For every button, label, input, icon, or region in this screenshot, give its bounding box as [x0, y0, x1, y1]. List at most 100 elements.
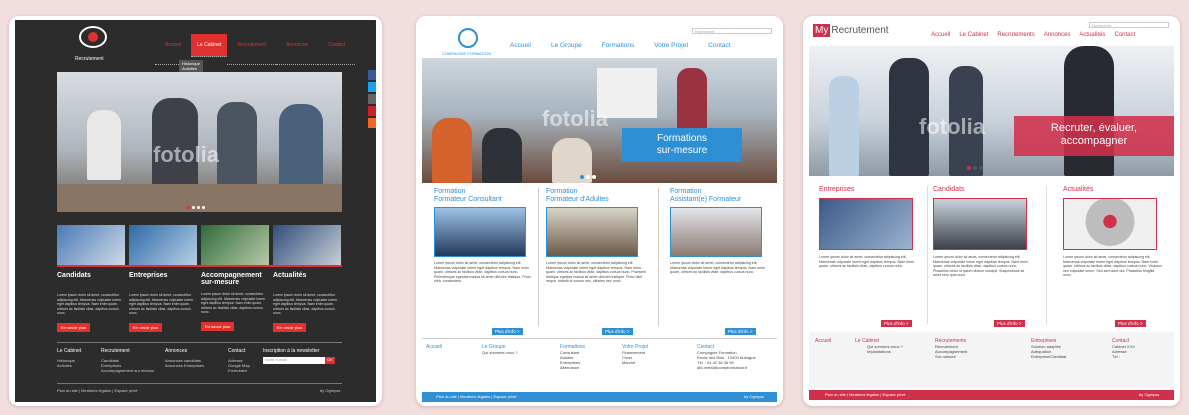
site3-nav-actualites[interactable]: Actualités: [1079, 32, 1105, 38]
email-icon[interactable]: [368, 94, 376, 104]
hero-caption-line: accompagner: [1060, 135, 1128, 147]
site3-nav-le-cabinet[interactable]: Le Cabinet: [959, 32, 988, 38]
col-image: [670, 207, 762, 257]
site2-col-consultant-button[interactable]: Plus d'info >: [492, 320, 523, 338]
site1-watermark: fotolia: [153, 142, 219, 167]
more-info-button[interactable]: Plus d'info >: [881, 320, 912, 327]
site1-nav-le-cabinet[interactable]: Le Cabinet: [191, 34, 228, 57]
site2-nav-formations[interactable]: Formations: [602, 42, 635, 49]
site3-footer-col-accueil: Accueil: [815, 338, 831, 344]
site1-logo-text: Recrutement: [75, 56, 104, 62]
site2-footer-col-accueil: Accueil: [426, 344, 442, 350]
site3-candidats-button[interactable]: Plus d'info >: [994, 312, 1025, 330]
site3-logo-badge: My: [813, 24, 831, 37]
tile-title: Candidats: [57, 272, 91, 279]
site3-nav-annonces[interactable]: Annonces: [1044, 32, 1071, 38]
col-title: Formation: [670, 188, 702, 195]
tile-more-button[interactable]: En savoir plus: [273, 322, 307, 332]
section-text: Lorem ipsum dolor sit amet, consectetur …: [1063, 255, 1163, 278]
site2-footer-divider: [422, 338, 777, 339]
footer-link[interactable]: Accompagnement sur mesure: [101, 368, 154, 373]
site2-nav-votre-projet[interactable]: Votre Projet: [654, 42, 688, 49]
footer-col-title: Recrutement: [101, 348, 130, 354]
contact-line[interactable]: abl-metal@compformation.fr: [697, 365, 756, 370]
site2-nav-le-groupe[interactable]: Le Groupe: [551, 42, 582, 49]
pinterest-icon[interactable]: [368, 106, 376, 116]
site3-nav-recrutements[interactable]: Recrutements: [997, 32, 1034, 38]
footer-link[interactable]: Sur-mesure: [935, 354, 967, 359]
site1-nav-recrutement[interactable]: Recrutement: [227, 42, 276, 65]
footer-link[interactable]: Entreprise/Candidat: [1031, 354, 1066, 359]
tile-image-actualites: [273, 225, 341, 265]
more-info-button[interactable]: Plus d'info >: [492, 328, 523, 335]
site1-nav-contact[interactable]: Contact: [318, 42, 356, 65]
tile-more-button[interactable]: En savoir plus: [201, 321, 235, 331]
site3-watermark: fotolia: [919, 114, 985, 139]
footer-link[interactable]: Alternance: [560, 365, 585, 370]
site1-footer-col-contact: Contact Adresse Google Map Formulaire: [228, 348, 250, 373]
footer-col-title[interactable]: Accueil: [815, 338, 831, 344]
footer-link[interactable]: Activités: [57, 363, 81, 368]
hero-caption-line: sur-mesure: [656, 145, 708, 156]
site3-nav-contact[interactable]: Contact: [1114, 32, 1135, 38]
tile-image-accompagnement: [201, 225, 269, 265]
site2-nav-contact[interactable]: Contact: [708, 42, 730, 49]
tile-text: Lorem ipsum dolor sit amet, consectetur …: [129, 293, 194, 315]
tiles-divider: [57, 265, 342, 267]
section-divider: [1046, 186, 1047, 324]
col-title: Formation: [434, 188, 466, 195]
site2-col-assistant-button[interactable]: Plus d'info >: [725, 320, 756, 338]
newsletter-ok-button[interactable]: OK: [325, 357, 335, 364]
site2-nav-accueil[interactable]: Accueil: [510, 42, 531, 49]
site2-footer-col-projet: Votre Projet Financement Choix Marché: [622, 344, 648, 365]
col-image: [546, 207, 638, 257]
facebook-icon[interactable]: [368, 70, 376, 80]
dropdown-item-activites[interactable]: Activités: [182, 66, 200, 71]
site3-search-input[interactable]: Recherche: [1089, 22, 1169, 28]
footer-link[interactable]: Annonces Entreprises: [165, 363, 204, 368]
site2-footer-col-groupe: Le Groupe Qui sommes nous ?: [482, 344, 518, 355]
site3-actualites-button[interactable]: Plus d'info >: [1115, 312, 1146, 330]
site2-footer-links[interactable]: Plan du site | Mentions légales | Espace…: [436, 394, 517, 399]
tile-more-button[interactable]: En savoir plus: [129, 322, 163, 332]
site2-carousel-dots[interactable]: [580, 175, 596, 179]
more-info-button[interactable]: Plus d'info >: [725, 328, 756, 335]
site2-col-adultes: Formation Formateur d'Adultes Lorem ipsu…: [546, 188, 646, 284]
site3-hero-caption: Recruter, évaluer, accompagner: [1014, 116, 1174, 156]
site2-col-adultes-button[interactable]: Plus d'info >: [602, 320, 633, 338]
site3-footer-col-cabinet: Le Cabinet Qui sommes-nous ? Implantatio…: [855, 338, 903, 354]
site3-footer-credit: by Ogmyos: [1139, 392, 1160, 397]
site3-footer-links[interactable]: Plan du site | Mentions légales | Espace…: [825, 392, 906, 397]
footer-col-title[interactable]: Accueil: [426, 344, 442, 350]
site3-carousel-dots[interactable]: [967, 166, 983, 170]
section-image: [819, 198, 913, 250]
footer-link[interactable]: Qui sommes nous ?: [482, 350, 518, 355]
more-info-button[interactable]: Plus d'info >: [602, 328, 633, 335]
tile-entreprises: Entreprises Lorem ipsum dolor sit amet, …: [129, 272, 195, 334]
site1-footer-links[interactable]: Plan du site | Mentions légales | Espace…: [57, 388, 138, 393]
more-info-button[interactable]: Plus d'info >: [1115, 320, 1146, 327]
section-title: Actualités: [1063, 186, 1094, 193]
site3-section-candidats: Candidats Lorem ipsum dolor sit amet, co…: [933, 186, 1033, 278]
site1-dropdown: Historique Activités: [179, 60, 204, 72]
col-image: [434, 207, 526, 257]
tile-more-button[interactable]: En savoir plus: [57, 322, 91, 332]
twitter-icon[interactable]: [368, 82, 376, 92]
site1-carousel-dots[interactable]: [187, 206, 205, 209]
share-plus-icon[interactable]: [368, 118, 376, 128]
site2-col-consultant: Formation Formateur Consultant Lorem ips…: [434, 188, 534, 284]
footer-link[interactable]: Formulaire: [228, 368, 250, 373]
site3-footer-col-recrutements: Recrutements Recrutement Accompagnement …: [935, 338, 967, 359]
newsletter-email-input[interactable]: Votre e-mail: [263, 357, 325, 364]
site2-search-input[interactable]: Recherche: [692, 28, 772, 34]
footer-link[interactable]: Marché: [622, 360, 648, 365]
more-info-button[interactable]: Plus d'info >: [994, 320, 1025, 327]
footer-link[interactable]: Implantations: [867, 349, 903, 354]
site3-entreprises-button[interactable]: Plus d'info >: [881, 312, 912, 330]
tile-title: Entreprises: [129, 272, 168, 279]
site1-nav-annonces[interactable]: Annonces: [275, 42, 319, 65]
site1-footer-col-recrutement: Recrutement Candidats Entreprises Accomp…: [101, 348, 154, 373]
site3-nav-accueil[interactable]: Accueil: [931, 32, 950, 38]
site1-hero-image: fotolia: [57, 72, 342, 212]
mockup-card-blue: COMPAGNIE FORMATION Recherche Accueil Le…: [416, 16, 783, 406]
